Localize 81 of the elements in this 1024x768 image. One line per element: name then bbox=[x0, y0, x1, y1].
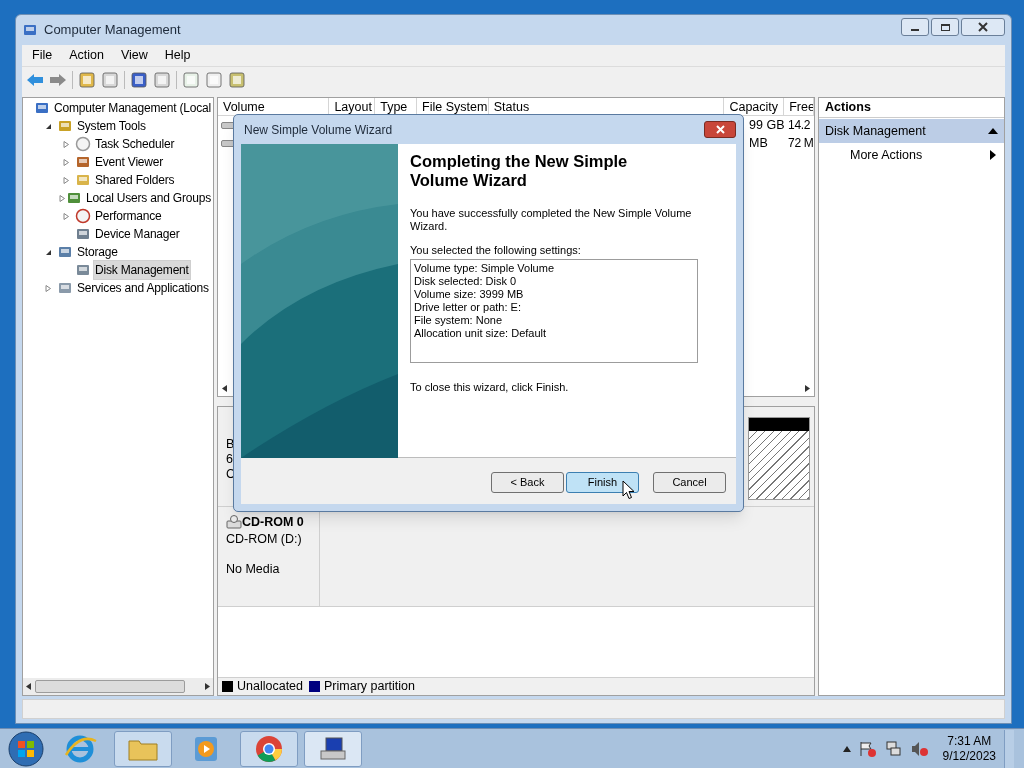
expand-arrow-icon[interactable] bbox=[62, 140, 70, 148]
closing-text: To close this wizard, click Finish. bbox=[410, 381, 569, 394]
computer-management-taskbar-button[interactable] bbox=[304, 730, 362, 767]
expand-arrow-icon[interactable] bbox=[62, 212, 70, 220]
expand-arrow-icon[interactable] bbox=[62, 158, 70, 166]
start-button[interactable] bbox=[6, 729, 46, 768]
table-cell-text: 72 M bbox=[787, 135, 814, 152]
minimize-button[interactable] bbox=[901, 18, 929, 36]
clock-date[interactable]: 9/12/2023 bbox=[942, 748, 996, 764]
tree-item[interactable]: Computer Management (Local bbox=[52, 98, 213, 118]
tree-item[interactable]: Services and Applications bbox=[75, 278, 211, 298]
dialog-button[interactable]: Cancel bbox=[653, 471, 726, 493]
tree-item[interactable]: Storage bbox=[75, 242, 120, 262]
setting-line: Disk selected: Disk 0 bbox=[414, 275, 517, 288]
folder-taskbar-button[interactable] bbox=[114, 730, 172, 767]
close-button[interactable] bbox=[704, 121, 736, 138]
collapse-arrow-icon[interactable] bbox=[44, 248, 52, 256]
disk-status: No Media bbox=[226, 561, 280, 577]
legend-label: Primary partition bbox=[324, 678, 415, 696]
setting-line: Volume type: Simple Volume bbox=[414, 262, 555, 275]
setting-line: Volume size: 3999 MB bbox=[414, 288, 524, 301]
show-desktop-button[interactable] bbox=[1004, 729, 1014, 768]
flag-icon[interactable] bbox=[858, 740, 877, 757]
menu-item[interactable]: File bbox=[24, 46, 61, 65]
network-icon[interactable] bbox=[884, 740, 903, 757]
back-arrow-icon[interactable] bbox=[26, 73, 44, 87]
action-item[interactable]: More Actions bbox=[819, 143, 1004, 167]
show-hidden-icons-icon[interactable] bbox=[842, 745, 851, 752]
dialog-title: New Simple Volume Wizard bbox=[244, 121, 393, 139]
tree-item[interactable]: Disk Management bbox=[93, 260, 191, 280]
disk-label: CD-ROM (D:) bbox=[226, 531, 302, 547]
wizard-heading: Completing the New Simple Volume Wizard bbox=[410, 152, 629, 190]
close-icon bbox=[978, 22, 988, 32]
scroll-right-arrow-icon[interactable] bbox=[205, 683, 210, 690]
table-cell-text: 99 GB bbox=[748, 116, 786, 134]
table-cell-text: MB bbox=[748, 134, 769, 152]
submenu-arrow-icon bbox=[990, 150, 996, 160]
expand-arrow-icon[interactable] bbox=[59, 194, 66, 202]
forward-arrow-icon[interactable] bbox=[49, 73, 67, 87]
expand-arrow-icon[interactable] bbox=[62, 176, 70, 184]
disk-label: 6 bbox=[226, 452, 233, 467]
speaker-muted-icon[interactable] bbox=[910, 740, 929, 757]
tree-item[interactable]: Local Users and Groups bbox=[84, 188, 213, 208]
tree-item[interactable]: Shared Folders bbox=[93, 170, 177, 190]
actions-section[interactable]: Disk Management bbox=[819, 119, 1004, 143]
setting-line: Allocation unit size: Default bbox=[414, 327, 547, 340]
disk-label: B bbox=[226, 437, 235, 452]
menu-item[interactable]: View bbox=[112, 46, 156, 65]
window-title: Computer Management bbox=[44, 21, 181, 40]
scroll-right-arrow-icon[interactable] bbox=[805, 384, 810, 392]
menu-item[interactable]: Action bbox=[61, 46, 112, 65]
scroll-left-arrow-icon[interactable] bbox=[222, 384, 227, 392]
maximize-button[interactable] bbox=[931, 18, 959, 36]
setting-line: Drive letter or path: E: bbox=[414, 301, 521, 314]
chrome-icon bbox=[255, 734, 283, 763]
chrome-taskbar-button[interactable] bbox=[240, 730, 298, 767]
collapse-arrow-icon[interactable] bbox=[44, 122, 52, 130]
legend-label: Unallocated bbox=[237, 678, 303, 696]
disk-name: CD-ROM 0 bbox=[242, 514, 304, 531]
tree-item[interactable]: System Tools bbox=[75, 116, 148, 136]
tree-item[interactable]: Device Manager bbox=[93, 224, 182, 244]
unallocated-partition[interactable] bbox=[748, 417, 810, 500]
expand-arrow-icon[interactable] bbox=[44, 284, 52, 292]
intro-text: You have successfully completed the New Simple Volume Wizard. bbox=[410, 207, 693, 233]
dialog-button[interactable]: Finish bbox=[566, 471, 639, 493]
scroll-left-arrow-icon[interactable] bbox=[26, 683, 31, 690]
horizontal-scrollbar[interactable] bbox=[23, 678, 213, 695]
setting-line: File system: None bbox=[414, 314, 503, 327]
settings-label: You selected the following settings: bbox=[410, 244, 581, 257]
table-cell-text: 14.2 bbox=[787, 117, 812, 134]
actions-header: Actions bbox=[819, 98, 1004, 118]
menu-item[interactable]: Help bbox=[156, 46, 199, 65]
close-icon bbox=[715, 125, 725, 134]
tree-item[interactable]: Performance bbox=[93, 206, 164, 226]
tree-item[interactable]: Task Scheduler bbox=[93, 134, 177, 154]
clock-time[interactable]: 7:31 AM bbox=[947, 733, 992, 749]
close-button[interactable] bbox=[961, 18, 1005, 36]
tree-item[interactable]: Event Viewer bbox=[93, 152, 166, 172]
collapse-arrow-icon bbox=[988, 128, 998, 134]
dialog-button[interactable]: < Back bbox=[491, 471, 564, 493]
mouse-pointer-icon bbox=[622, 480, 635, 500]
